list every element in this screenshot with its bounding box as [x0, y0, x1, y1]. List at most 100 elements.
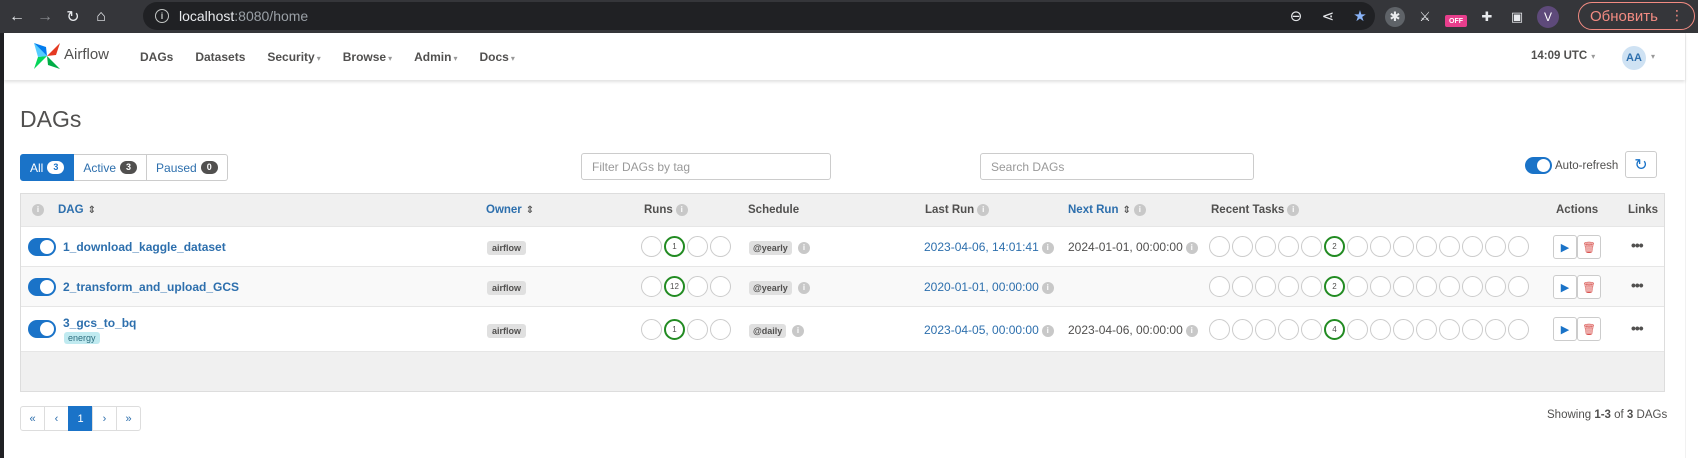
run-state-circle[interactable]: 12	[664, 276, 685, 297]
bookmark-star-icon[interactable]: ★	[1351, 7, 1369, 25]
run-state-circle[interactable]	[641, 276, 662, 297]
page-prev[interactable]: ‹	[44, 406, 69, 431]
run-state-circle[interactable]: 1	[664, 236, 685, 257]
task-state-circle[interactable]	[1209, 276, 1230, 297]
info-icon[interactable]: i	[795, 280, 810, 294]
task-state-circle[interactable]	[1416, 276, 1437, 297]
task-state-circle[interactable]	[1393, 319, 1414, 340]
puzzle-icon[interactable]: ✚	[1477, 7, 1497, 27]
run-state-circle[interactable]	[687, 276, 708, 297]
filter-all-button[interactable]: All 3	[20, 154, 75, 181]
task-state-circle[interactable]	[1255, 236, 1276, 257]
timezone-dropdown[interactable]: 14:09 UTC ▾	[1531, 50, 1595, 62]
run-state-circle[interactable]	[687, 236, 708, 257]
task-state-circle[interactable]: 4	[1324, 319, 1345, 340]
dag-link[interactable]: 2_transform_and_upload_GCS	[63, 280, 239, 294]
menu-security[interactable]: Security ▾	[267, 50, 320, 64]
brand-name[interactable]: Airflow	[64, 46, 109, 63]
update-button[interactable]: Обновить ⋮	[1578, 2, 1695, 30]
info-icon[interactable]: i	[795, 240, 810, 254]
owner-badge[interactable]: airflow	[487, 324, 527, 338]
task-state-circle[interactable]	[1347, 319, 1368, 340]
task-state-circle[interactable]	[1209, 319, 1230, 340]
menu-admin[interactable]: Admin ▾	[414, 50, 457, 64]
auto-refresh-toggle[interactable]: Auto-refresh	[1525, 157, 1618, 174]
sort-icon[interactable]: ⇕	[1122, 205, 1130, 216]
task-state-circle[interactable]	[1232, 236, 1253, 257]
info-icon[interactable]: i	[977, 204, 990, 216]
owner-badge[interactable]: airflow	[487, 281, 527, 295]
pause-toggle[interactable]	[28, 238, 56, 256]
trigger-dag-button[interactable]: ▶	[1553, 275, 1577, 299]
schedule-badge[interactable]: @daily	[749, 324, 787, 338]
refresh-button[interactable]: ↻	[1625, 151, 1657, 178]
run-state-circle[interactable]	[641, 319, 662, 340]
reload-icon[interactable]: ↻	[62, 6, 84, 28]
page-1[interactable]: 1	[68, 406, 93, 431]
col-next-run[interactable]: Next Run ⇕ i	[1068, 204, 1146, 216]
task-state-circle[interactable]	[1232, 276, 1253, 297]
info-icon[interactable]: i	[1041, 281, 1054, 294]
search-dags-input[interactable]: Search DAGs	[980, 153, 1254, 180]
task-state-circle[interactable]	[1278, 319, 1299, 340]
page-next[interactable]: ›	[92, 406, 117, 431]
toggle-switch[interactable]	[1525, 157, 1552, 174]
run-state-circle[interactable]	[641, 236, 662, 257]
task-state-circle[interactable]	[1370, 319, 1391, 340]
task-state-circle[interactable]	[1462, 319, 1483, 340]
task-state-circle[interactable]	[1508, 236, 1529, 257]
menu-datasets[interactable]: Datasets	[195, 50, 245, 64]
info-icon[interactable]: i	[29, 204, 44, 216]
task-state-circle[interactable]	[1462, 236, 1483, 257]
run-state-circle[interactable]: 1	[664, 319, 685, 340]
links-menu-icon[interactable]: •••	[1631, 320, 1644, 336]
links-menu-icon[interactable]: •••	[1631, 277, 1644, 293]
address-bar[interactable]: i localhost:8080/home ⊖ ⋖ ★	[143, 2, 1375, 30]
airflow-logo-icon[interactable]	[32, 41, 62, 71]
task-state-circle[interactable]	[1439, 276, 1460, 297]
owner-badge[interactable]: airflow	[487, 241, 527, 255]
menu-dags[interactable]: DAGs	[140, 50, 173, 64]
menu-browse[interactable]: Browse ▾	[343, 50, 392, 64]
trigger-dag-button[interactable]: ▶	[1553, 317, 1577, 341]
share-icon[interactable]: ⋖	[1319, 7, 1337, 25]
menu-docs[interactable]: Docs ▾	[479, 50, 514, 64]
last-run-link[interactable]: 2023-04-06, 14:01:41 i	[924, 240, 1054, 254]
page-last[interactable]: »	[116, 406, 141, 431]
scrollbar[interactable]	[1685, 33, 1698, 458]
run-state-circle[interactable]	[687, 319, 708, 340]
run-state-circle[interactable]	[710, 319, 731, 340]
languagetool-off-icon[interactable]: OFF	[1445, 15, 1467, 27]
info-icon[interactable]: i	[1185, 241, 1198, 254]
dag-link[interactable]: 3_gcs_to_bq	[63, 316, 136, 330]
site-info-icon[interactable]: i	[155, 9, 169, 23]
run-state-circle[interactable]	[710, 276, 731, 297]
task-state-circle[interactable]	[1508, 319, 1529, 340]
caret-down-icon[interactable]: ▾	[1651, 52, 1655, 61]
last-run-link[interactable]: 2020-01-01, 00:00:00 i	[924, 280, 1054, 294]
task-state-circle[interactable]	[1347, 276, 1368, 297]
task-state-circle[interactable]	[1439, 319, 1460, 340]
task-state-circle[interactable]: 2	[1324, 236, 1345, 257]
info-icon[interactable]: i	[675, 204, 688, 216]
task-state-circle[interactable]	[1255, 319, 1276, 340]
tag-filter-input[interactable]: Filter DAGs by tag	[581, 153, 831, 180]
task-state-circle[interactable]	[1278, 276, 1299, 297]
task-state-circle[interactable]	[1232, 319, 1253, 340]
dag-link[interactable]: 1_download_kaggle_dataset	[63, 240, 226, 254]
run-state-circle[interactable]	[710, 236, 731, 257]
pause-toggle[interactable]	[28, 320, 56, 338]
delete-dag-button[interactable]: 🗑	[1577, 235, 1601, 259]
info-icon[interactable]: i	[1041, 241, 1054, 254]
task-state-circle[interactable]	[1301, 319, 1322, 340]
task-state-circle[interactable]	[1508, 276, 1529, 297]
col-dag[interactable]: DAG ⇕	[58, 204, 96, 216]
info-icon[interactable]: i	[789, 323, 804, 337]
sidebar-icon[interactable]: ▣	[1507, 7, 1527, 27]
schedule-badge[interactable]: @yearly	[749, 241, 792, 255]
task-state-circle[interactable]	[1485, 236, 1506, 257]
task-state-circle[interactable]	[1301, 236, 1322, 257]
pause-toggle[interactable]	[28, 278, 56, 296]
sort-icon[interactable]: ⇕	[88, 205, 96, 216]
home-icon[interactable]: ⌂	[90, 6, 112, 28]
